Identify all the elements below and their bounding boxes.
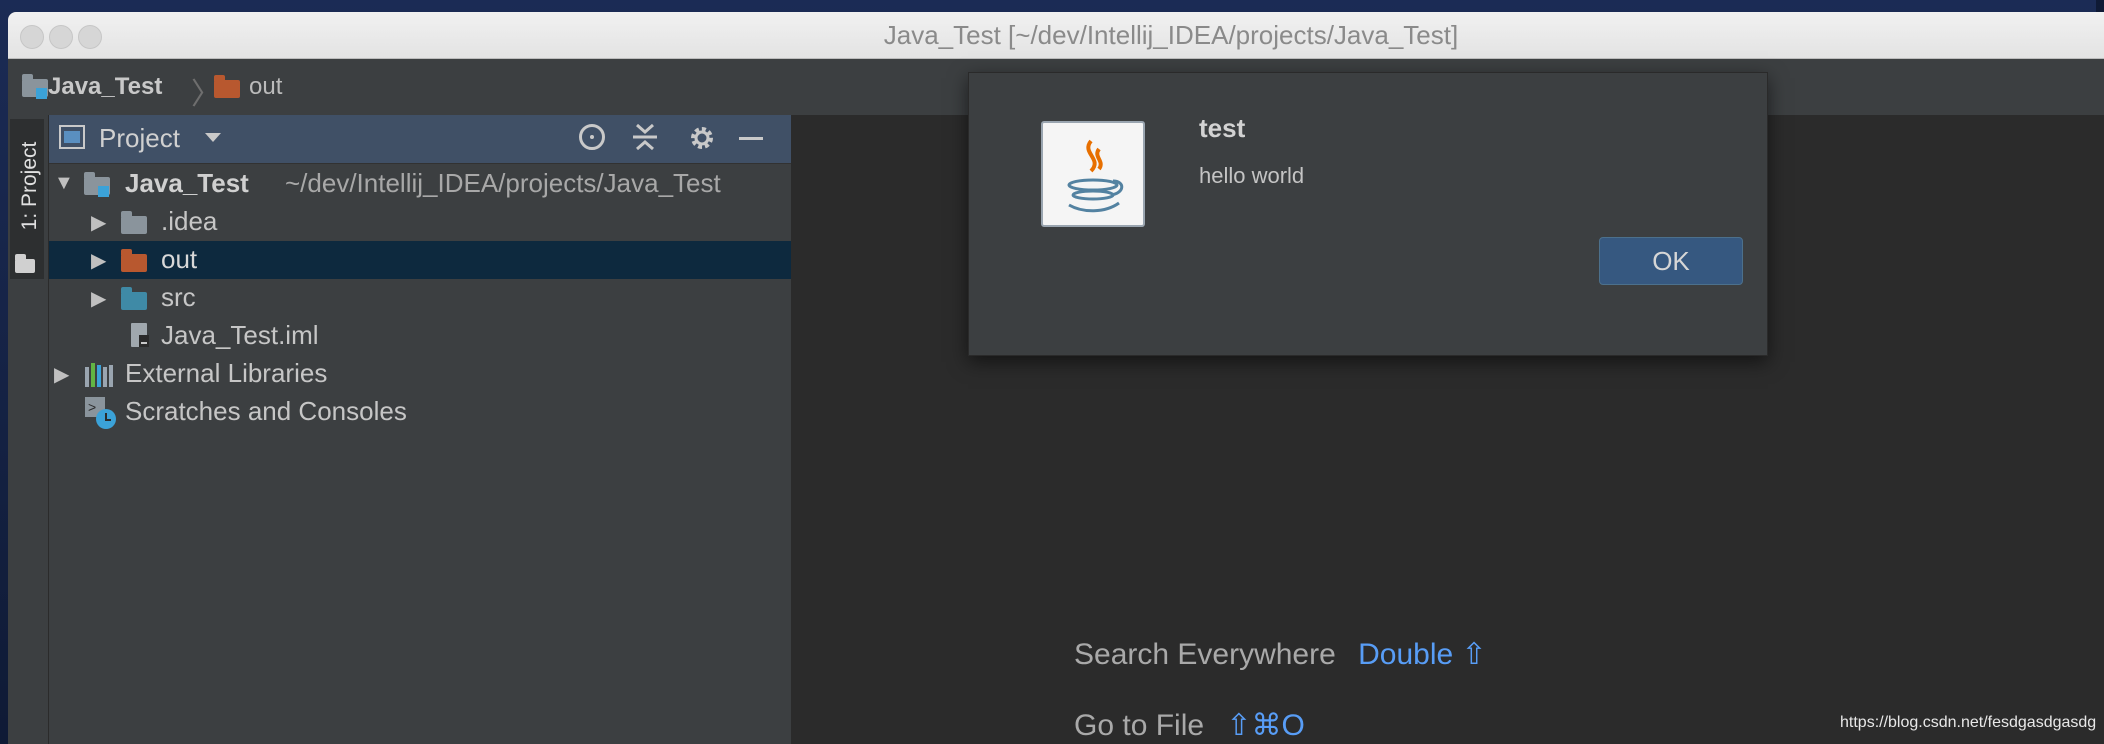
ok-button[interactable]: OK (1599, 237, 1743, 285)
project-tool-tab[interactable]: 1: Project (10, 119, 44, 279)
collapsed-arrow-icon[interactable]: ▶ (91, 286, 106, 311)
hint-goto-file: Go to File ⇧⌘O (1074, 708, 1305, 743)
tool-window-stripe: 1: Project (8, 115, 49, 744)
chevron-down-icon[interactable] (205, 133, 221, 142)
root-project-path: ~/dev/Intellij_IDEA/projects/Java_Test (285, 168, 721, 198)
tree-row-idea[interactable]: ▶ .idea (49, 203, 791, 241)
collapsed-arrow-icon[interactable]: ▶ (91, 210, 106, 235)
folder-icon (121, 211, 147, 234)
tree-item-label: src (161, 282, 196, 312)
collapse-all-icon[interactable] (631, 121, 659, 158)
window-title: Java_Test [~/dev/Intellij_IDEA/projects/… (883, 20, 1459, 50)
tree-row-iml[interactable]: Java_Test.iml (49, 317, 791, 355)
message-dialog: test hello world OK (968, 72, 1768, 356)
project-tool-tab-label: 1: Project (18, 141, 41, 231)
tree-item-label: Java_Test.iml (161, 320, 319, 350)
ide-window: Java_Test [~/dev/Intellij_IDEA/projects/… (8, 12, 2104, 744)
project-view-selector[interactable]: Project (99, 123, 180, 154)
external-libraries-label: External Libraries (125, 358, 328, 388)
tree-row-external-libraries[interactable]: ▶ External Libraries (49, 355, 791, 393)
tree-row-root[interactable]: ▼ Java_Test ~/dev/Intellij_IDEA/projects… (49, 165, 791, 203)
excluded-folder-icon (121, 249, 147, 272)
project-panel-header: Project (49, 115, 791, 164)
folder-icon (15, 254, 35, 273)
hint-goto-label: Go to File (1074, 709, 1205, 742)
minimize-icon[interactable] (739, 137, 763, 140)
tree-row-scratches[interactable]: > Scratches and Consoles (49, 393, 791, 431)
root-project-name: Java_Test (125, 168, 249, 198)
collapsed-arrow-icon[interactable]: ▶ (91, 248, 106, 273)
dialog-message: hello world (1199, 163, 1305, 188)
hint-search-everywhere: Search Everywhere Double ⇧ (1074, 637, 1487, 672)
java-icon (1041, 121, 1145, 227)
hint-search-label: Search Everywhere (1074, 638, 1336, 671)
tree-item-label: out (161, 244, 198, 274)
scratches-label: Scratches and Consoles (125, 396, 407, 426)
hint-goto-shortcut: ⇧⌘O (1226, 709, 1305, 742)
source-folder-icon (121, 287, 147, 310)
tree-row-src[interactable]: ▶ src (49, 279, 791, 317)
project-panel: Project ▼ Java_Test ~/dev/Intellij_IDEA/… (49, 115, 792, 744)
dialog-title: test (1199, 113, 1246, 143)
watermark-text: https://blog.csdn.net/fesdgasdgasdg (1840, 714, 2097, 731)
expanded-arrow-icon[interactable]: ▼ (54, 172, 74, 195)
module-file-icon (131, 323, 149, 347)
title-bar[interactable]: Java_Test [~/dev/Intellij_IDEA/projects/… (8, 12, 2104, 59)
gear-icon[interactable] (687, 123, 717, 158)
breadcrumb-folder[interactable]: out (249, 73, 282, 101)
tree-item-label: .idea (161, 206, 218, 236)
project-view-icon (59, 125, 85, 149)
excluded-folder-icon (214, 75, 240, 98)
tree-row-out[interactable]: ▶ out (49, 241, 791, 279)
collapsed-arrow-icon[interactable]: ▶ (54, 362, 69, 387)
locate-icon[interactable] (579, 124, 605, 150)
breadcrumb-project[interactable]: Java_Test (48, 73, 162, 101)
hint-search-shortcut: Double ⇧ (1358, 638, 1487, 671)
